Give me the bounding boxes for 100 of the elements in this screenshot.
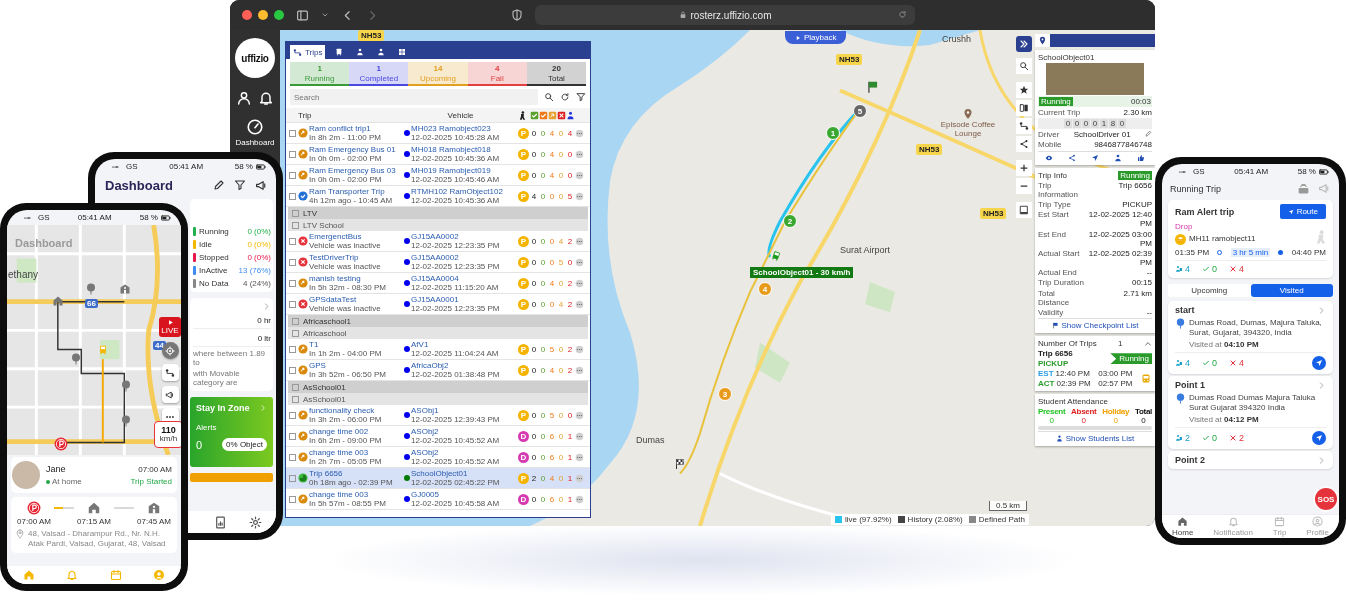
checkbox[interactable] — [289, 345, 296, 353]
route-button[interactable]: Route — [1279, 204, 1326, 219]
trip-name[interactable]: GPS — [309, 360, 403, 371]
checkbox[interactable] — [292, 329, 299, 337]
trip-row[interactable]: change time 003 In 5h 57m - 08:55 PM GJ0005 12-02-2025 10:45:58 AM D 0 0 6 0 1 — [286, 489, 590, 511]
trips-tab[interactable]: Trips — [290, 45, 326, 59]
vehicle-name[interactable]: GJ0005 — [411, 489, 517, 500]
trip-row[interactable]: Trip 6656 0h 18m ago - 02:39 PM SchoolObject01 12-02-2025 02:45:22 PM P 2 0 4 0 1 — [286, 468, 590, 490]
trip-name[interactable]: Trip 6656 — [309, 468, 403, 479]
checkbox[interactable] — [289, 474, 296, 482]
checkbox[interactable] — [292, 209, 299, 217]
expand-icon[interactable] — [1018, 38, 1030, 50]
search-icon[interactable] — [544, 92, 554, 103]
tab[interactable]: Visited — [1250, 284, 1333, 297]
vehicle-name[interactable]: MH018 Ramobject018 — [411, 144, 517, 155]
shield-icon[interactable] — [511, 9, 523, 21]
star-icon[interactable] — [1019, 85, 1029, 95]
trip-row[interactable]: EmergenctBus Vehicle was inactive GJ15AA0002 12-02-2025 12:23:35 PM P 0 0 0 4 2 — [286, 231, 590, 253]
checkbox[interactable] — [289, 258, 296, 266]
trip-name[interactable]: functionality check — [309, 405, 403, 416]
more-icon[interactable] — [575, 278, 584, 288]
sos-button[interactable]: SOS — [1315, 488, 1337, 510]
more-icon[interactable] — [575, 452, 584, 462]
filter-icon[interactable] — [234, 179, 246, 191]
more-icon[interactable] — [575, 236, 584, 246]
nav-label[interactable]: Dashboard — [235, 138, 275, 147]
checkbox[interactable] — [292, 221, 299, 229]
more-icon[interactable] — [575, 410, 584, 420]
subgroup-header[interactable]: Africaschool — [288, 327, 588, 340]
trip-row[interactable]: TestDriverTrip Vehicle was inactive GJ15AA0002 12-02-2025 12:23:35 PM P 0 0 0 5 0 — [286, 252, 590, 274]
navigate-icon[interactable] — [1312, 431, 1326, 446]
checkbox[interactable] — [289, 366, 296, 374]
trip-name[interactable]: Ram Transporter Trip — [309, 186, 403, 197]
vehicle-name[interactable]: SchoolObject01 — [411, 468, 517, 479]
zoom-in-icon[interactable] — [1019, 163, 1029, 173]
trip-name[interactable]: change time 003 — [309, 489, 403, 500]
more-icon[interactable] — [575, 128, 584, 138]
share-icon[interactable] — [1019, 139, 1029, 149]
trip-name[interactable]: Ram Emergency Bus 01 — [309, 144, 403, 155]
trip-row[interactable]: functionality check In 3h 2m - 06:00 PM ASObj1 12-02-2025 12:39:43 PM P 0 0 5 0 0 — [286, 405, 590, 427]
sidebar-icon[interactable] — [296, 8, 309, 22]
book-icon[interactable] — [1019, 205, 1029, 215]
vehicle-name[interactable]: GJ15AA0002 — [411, 252, 517, 263]
close-button[interactable] — [242, 10, 252, 20]
trip-name[interactable]: change time 003 — [309, 447, 403, 458]
vehicle-name[interactable]: ASObj2 — [411, 426, 517, 437]
trip-name[interactable]: manish testing — [309, 273, 403, 284]
nav-tab[interactable]: Home — [1172, 516, 1194, 537]
megaphone-icon[interactable] — [255, 179, 268, 192]
pin-icon[interactable] — [1038, 36, 1047, 45]
more-icon[interactable] — [575, 299, 584, 309]
checkbox[interactable] — [289, 495, 296, 503]
vehicle-name[interactable]: MH023 Ramobject023 — [411, 123, 517, 134]
trip-row[interactable]: Ram Emergency Bus 01 In 0h 0m - 02:00 PM MH018 Ramobject018 12-02-2025 10:45:36 AM P 0 0 4 0 0 — [286, 144, 590, 166]
more-icon[interactable] — [575, 365, 584, 375]
layers-icon[interactable] — [1019, 103, 1029, 113]
checkbox[interactable] — [289, 129, 296, 137]
refresh-icon[interactable] — [560, 92, 570, 103]
maximize-button[interactable] — [274, 10, 284, 20]
trip-row[interactable]: Ram Emergency Bus 03 In 0h 0m - 02:00 PM MH019 Ramobject019 12-02-2025 10:45:46 AM P 0 0 4 0 0 — [286, 165, 590, 187]
search-input[interactable]: Search — [294, 91, 534, 104]
vehicle-name[interactable]: AfV1 — [411, 339, 517, 350]
vehicle-name[interactable]: GJ15AA0002 — [411, 231, 517, 242]
route-icon[interactable] — [1019, 121, 1029, 131]
trip-row[interactable]: T1 In 1h 2m - 04:00 PM AfV1 12-02-2025 11:04:24 AM P 0 0 5 0 2 — [286, 339, 590, 361]
more-icon[interactable] — [575, 494, 584, 504]
checkpoint-list-link[interactable]: Show Checkpoint List — [1038, 318, 1152, 331]
address-bar[interactable]: rosterz.uffizio.com — [535, 5, 915, 25]
more-icon[interactable] — [575, 149, 584, 159]
summary-tile[interactable]: 1 Completed — [349, 62, 409, 87]
vehicle-name[interactable]: GJ15AA0004 — [411, 273, 517, 284]
summary-tile[interactable]: 20 Total — [526, 62, 586, 87]
checkbox[interactable] — [289, 192, 296, 200]
vehicle-name[interactable]: ASObj1 — [411, 405, 517, 416]
bell-icon[interactable] — [258, 90, 274, 106]
vehicle-name[interactable]: AfricaObj2 — [411, 360, 517, 371]
checkbox[interactable] — [289, 411, 296, 419]
vehicle-name[interactable]: RTMH102 RamObject102 — [411, 186, 517, 197]
live-button[interactable]: LIVE — [159, 317, 181, 337]
checkbox[interactable] — [289, 453, 296, 461]
trip-row[interactable]: Ram conflict trip1 In 8h 2m - 11:00 PM MH023 Ramobject023 12-02-2025 10:45:28 AM P 0 0 4 0 4 — [286, 123, 590, 145]
checkbox[interactable] — [292, 317, 299, 325]
navigate-icon[interactable] — [1312, 356, 1326, 371]
group-header[interactable]: LTV — [288, 207, 588, 220]
user-icon[interactable] — [236, 90, 252, 106]
checkbox[interactable] — [292, 383, 299, 391]
checkbox[interactable] — [289, 432, 296, 440]
group-header[interactable]: AsSchool01 — [288, 381, 588, 394]
trip-name[interactable]: Ram Emergency Bus 03 — [309, 165, 403, 176]
trip-row[interactable]: change time 002 In 6h 2m - 09:00 PM ASObj2 12-02-2025 10:45:52 AM D 0 0 6 0 1 — [286, 426, 590, 448]
more-icon[interactable] — [575, 344, 584, 354]
vehicle-name[interactable]: GJ15AA0001 — [411, 294, 517, 305]
settings-icon[interactable] — [249, 515, 262, 529]
subgroup-header[interactable]: LTV School — [288, 219, 588, 232]
trip-name[interactable]: EmergenctBus — [309, 231, 403, 242]
playback-button[interactable]: Playback — [785, 31, 847, 44]
checkbox[interactable] — [292, 395, 299, 403]
filter-icon[interactable] — [576, 92, 586, 103]
trip-name[interactable]: GPSdataTest — [309, 294, 403, 305]
reload-icon[interactable] — [898, 10, 907, 19]
